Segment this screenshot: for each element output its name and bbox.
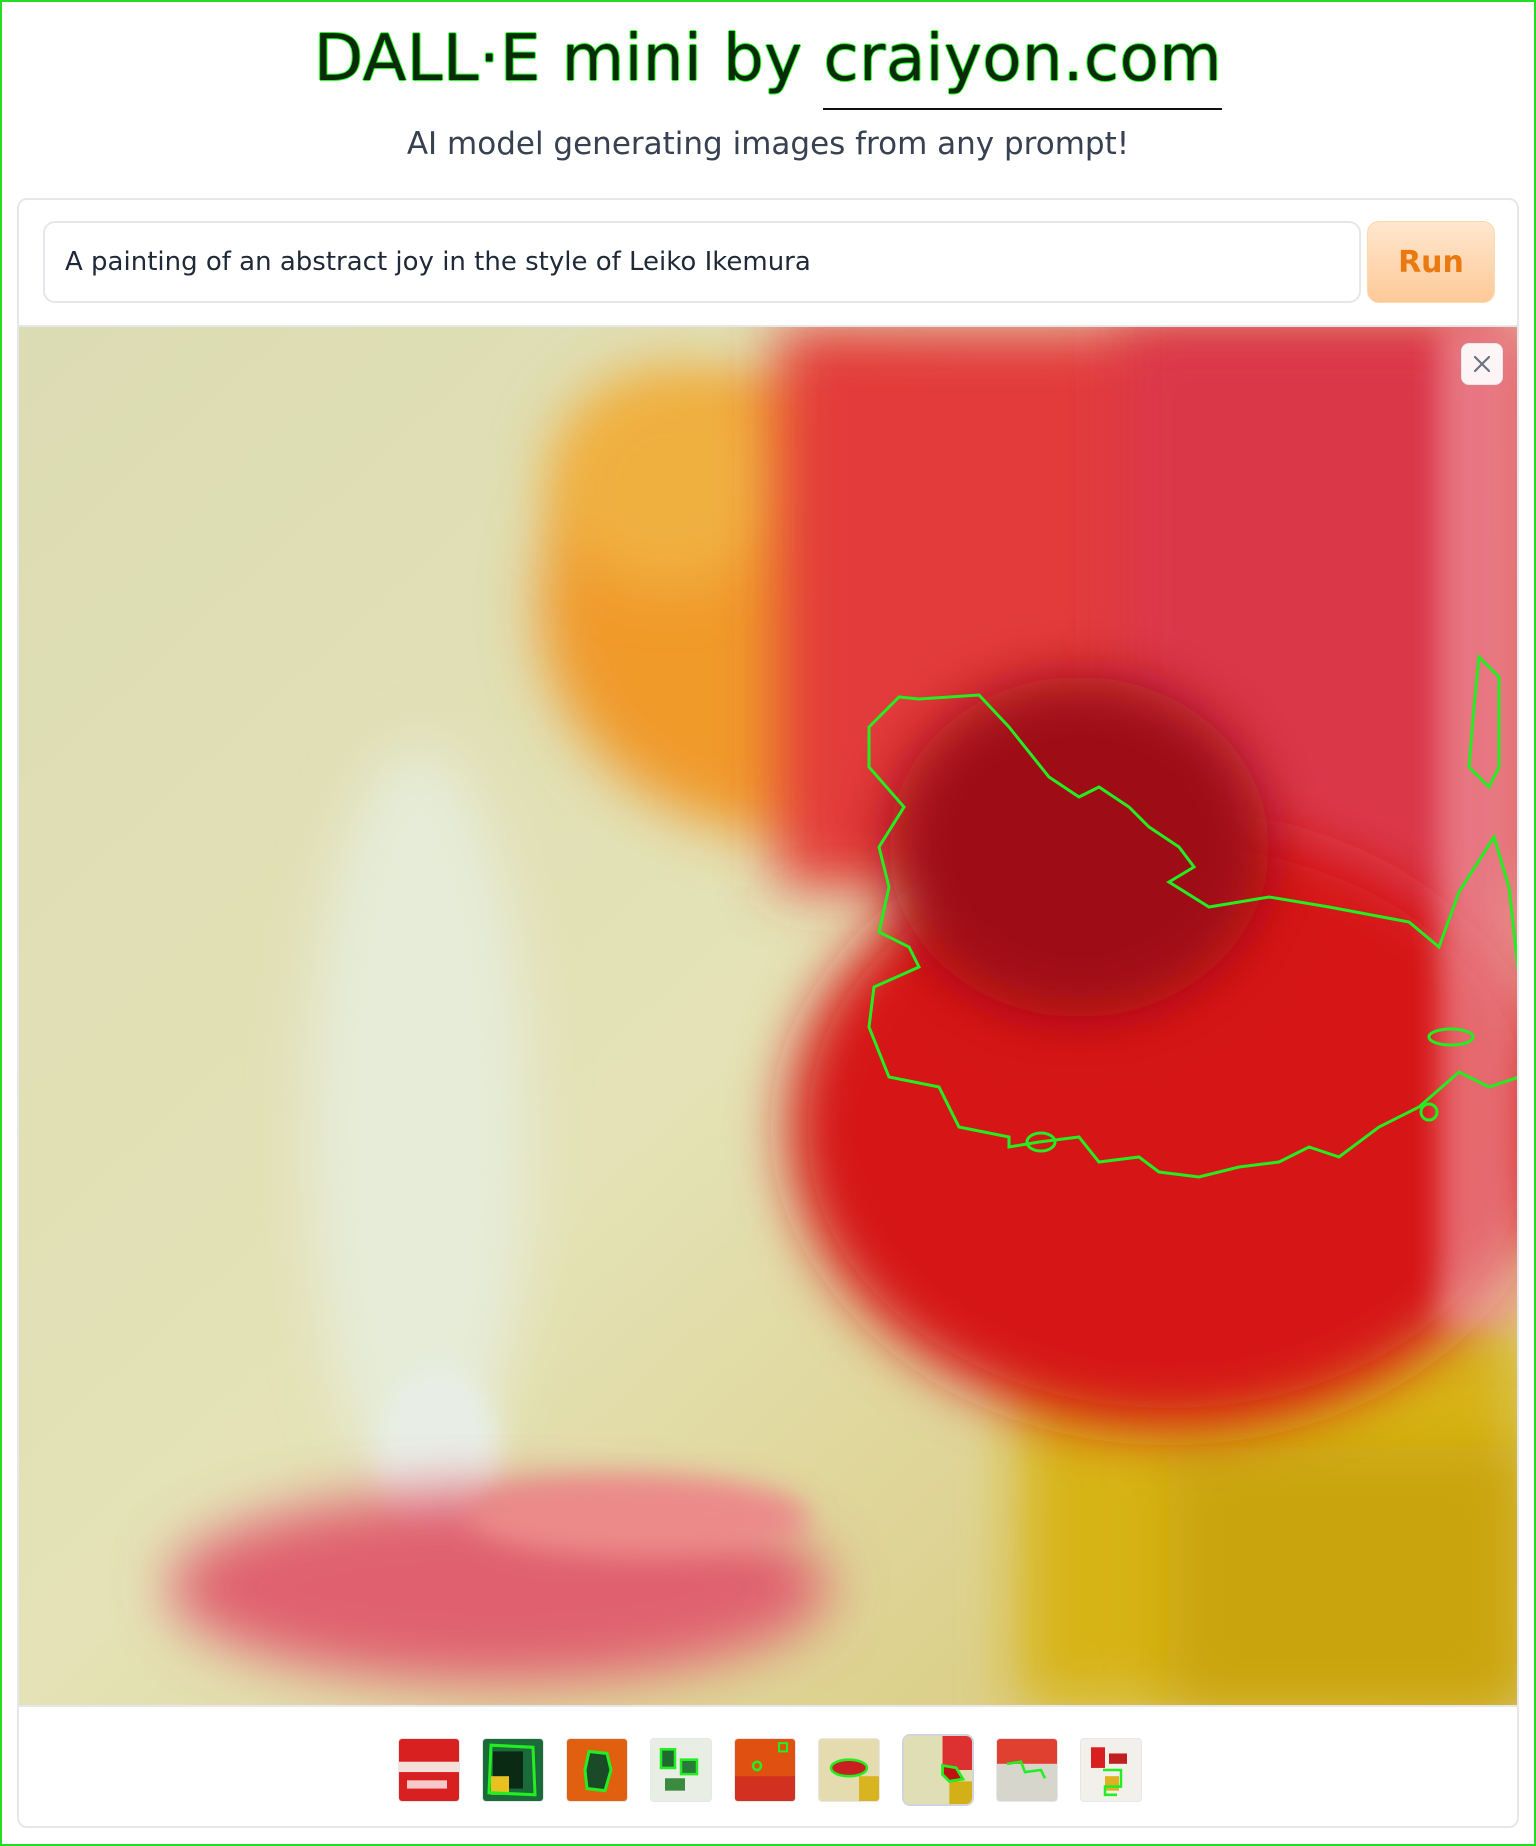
thumbnail-9[interactable] <box>1080 1737 1142 1802</box>
run-button[interactable]: Run <box>1367 221 1495 303</box>
thumbnail-image <box>567 1738 627 1801</box>
title-prefix: DALL·E mini by <box>313 22 824 96</box>
close-preview-button[interactable] <box>1461 343 1503 385</box>
image-preview <box>19 325 1517 1707</box>
close-icon <box>1473 355 1491 373</box>
thumbnail-8[interactable] <box>996 1737 1058 1802</box>
thumbnail-6[interactable] <box>818 1737 880 1802</box>
thumbnail-4[interactable] <box>650 1737 712 1802</box>
prompt-input[interactable] <box>43 221 1361 303</box>
thumbnail-3[interactable] <box>566 1737 628 1802</box>
thumbnail-image <box>904 1735 972 1804</box>
thumbnail-image <box>1081 1738 1141 1801</box>
page-title: DALL·E mini by craiyon.com <box>313 18 1223 110</box>
thumbnail-image <box>483 1738 543 1801</box>
thumbnail-image <box>399 1738 459 1801</box>
thumbnail-image <box>735 1738 795 1801</box>
thumbnail-image <box>819 1738 879 1801</box>
page-subtitle: AI model generating images from any prom… <box>406 126 1130 162</box>
craiyon-link[interactable]: craiyon.com <box>823 22 1223 110</box>
thumbnail-7[interactable] <box>902 1733 974 1806</box>
generator-panel: Run <box>17 198 1519 1828</box>
thumbnail-image <box>651 1738 711 1801</box>
thumbnail-2[interactable] <box>482 1737 544 1802</box>
thumbnail-5[interactable] <box>734 1737 796 1802</box>
page-header: DALL·E mini by craiyon.com <box>0 18 1536 110</box>
thumbnail-1[interactable] <box>398 1737 460 1802</box>
thumbnail-gallery <box>19 1705 1517 1826</box>
thumbnail-image <box>997 1738 1057 1801</box>
generated-image <box>19 327 1517 1707</box>
